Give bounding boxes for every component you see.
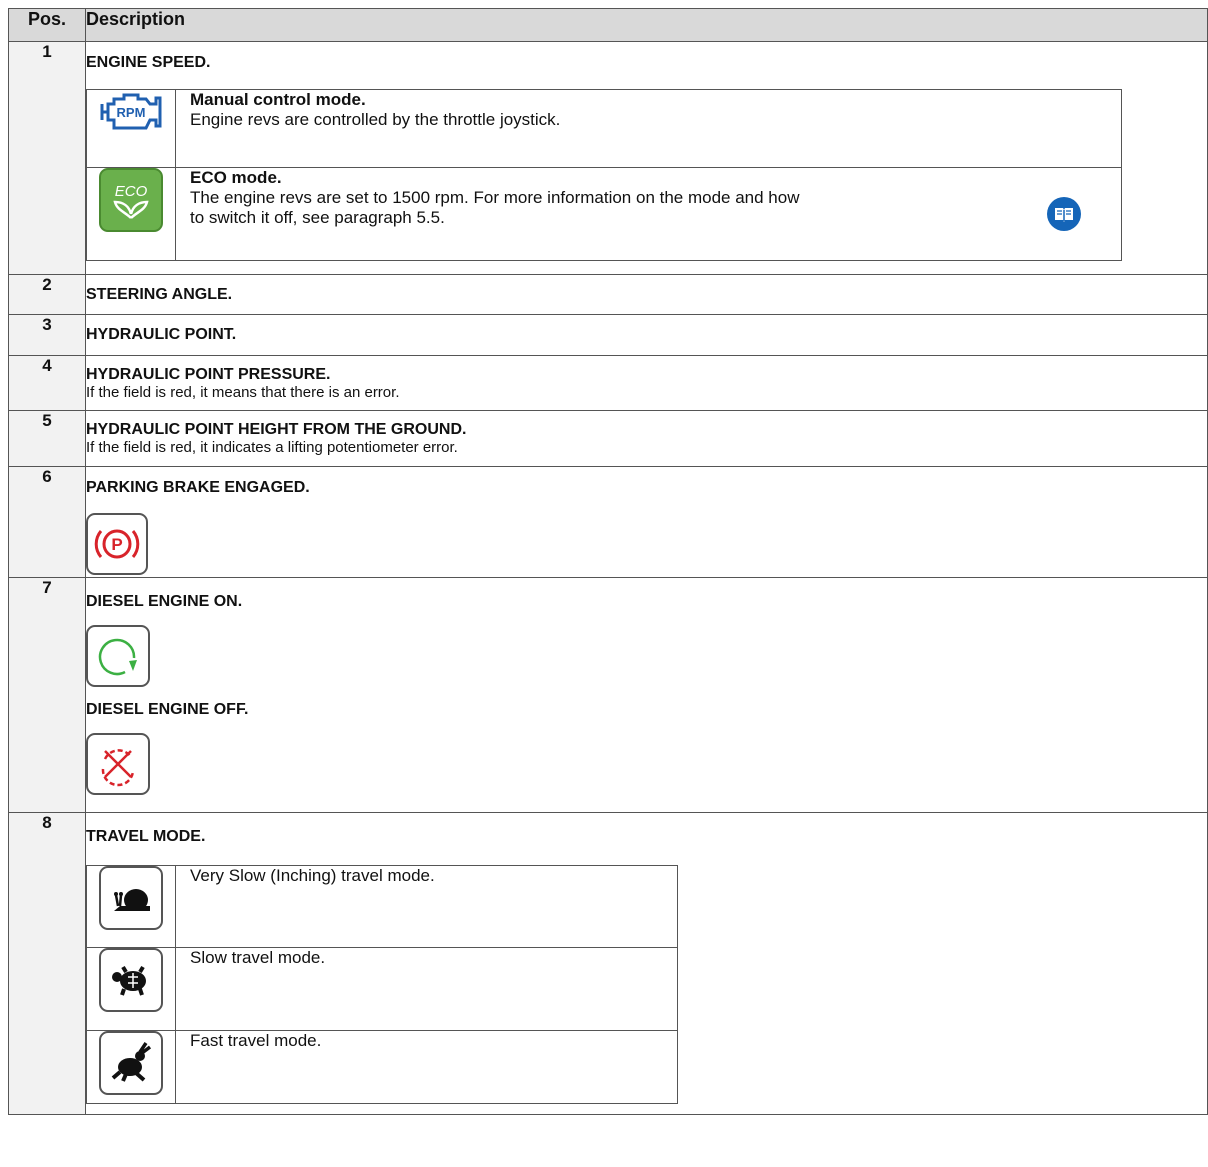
table-row: 6 PARKING BRAKE ENGAGED. P	[8, 466, 1208, 578]
svg-text:RPM: RPM	[117, 105, 146, 120]
mode-icon-cell: RPM	[86, 89, 176, 168]
pos-cell: 1	[8, 41, 86, 275]
mode-description: Very Slow (Inching) travel mode.	[190, 866, 435, 885]
row-title: PARKING BRAKE ENGAGED.	[86, 479, 310, 496]
mode-description: Fast travel mode.	[190, 1031, 322, 1050]
parking-brake-icon: P	[86, 513, 148, 575]
engine-off-icon	[86, 733, 150, 795]
description-cell: DIESEL ENGINE ON. DIESEL ENGINE OFF.	[85, 577, 1208, 813]
table-header-row: Pos. Description	[8, 8, 1208, 42]
row-title: HYDRAULIC POINT PRESSURE.	[86, 365, 331, 383]
mode-text-cell: Very Slow (Inching) travel mode.	[175, 865, 678, 948]
mode-row: RPM Manual control mode. Engine revs are…	[86, 89, 1122, 168]
mode-row: ECO ECO mode. The engine revs are set to…	[86, 167, 1122, 261]
row-title-engine-off: DIESEL ENGINE OFF.	[86, 701, 249, 718]
svg-text:ECO: ECO	[115, 183, 148, 200]
eco-mode-icon: ECO	[99, 168, 163, 232]
description-cell: HYDRAULIC POINT PRESSURE. If the field i…	[85, 355, 1208, 411]
svg-text:P: P	[111, 535, 122, 554]
mode-title: ECO mode.	[190, 168, 282, 187]
mode-icon-cell	[86, 1030, 176, 1104]
mode-title: Manual control mode.	[190, 90, 366, 109]
mode-icon-cell	[86, 947, 176, 1031]
table-row: 2 STEERING ANGLE.	[8, 274, 1208, 315]
table-row: 3 HYDRAULIC POINT.	[8, 314, 1208, 356]
mode-text-cell: ECO mode. The engine revs are set to 150…	[175, 167, 1122, 261]
table-row: 1 ENGINE SPEED. RPM Manual control mode.…	[8, 41, 1208, 275]
engine-on-icon	[86, 625, 150, 687]
row-title: ENGINE SPEED.	[86, 54, 211, 71]
pos-cell: 4	[8, 355, 86, 411]
description-table: Pos. Description 1 ENGINE SPEED. RPM Man…	[8, 8, 1208, 1115]
pos-cell: 6	[8, 466, 86, 578]
pos-column-header: Pos.	[8, 8, 86, 42]
pos-cell: 2	[8, 274, 86, 315]
mode-row: Fast travel mode.	[86, 1030, 678, 1104]
turtle-icon	[99, 948, 163, 1012]
page: Pos. Description 1 ENGINE SPEED. RPM Man…	[0, 0, 1208, 1167]
mode-text-cell: Slow travel mode.	[175, 947, 678, 1031]
row-description: If the field is red, it indicates a lift…	[86, 439, 458, 456]
book-icon	[1047, 197, 1081, 231]
mode-description: Engine revs are controlled by the thrott…	[190, 110, 561, 129]
engine-speed-modes-table: RPM Manual control mode. Engine revs are…	[86, 89, 1122, 261]
row-title: STEERING ANGLE.	[86, 285, 233, 303]
table-row: 4 HYDRAULIC POINT PRESSURE. If the field…	[8, 355, 1208, 411]
snail-icon	[99, 866, 163, 930]
pos-cell: 7	[8, 577, 86, 813]
description-cell: TRAVEL MODE. Very Slow (Inching) travel …	[85, 812, 1208, 1115]
pos-cell: 5	[8, 410, 86, 467]
travel-modes-table: Very Slow (Inching) travel mode. Slow tr…	[86, 865, 678, 1104]
mode-description: Slow travel mode.	[190, 948, 326, 967]
row-description: If the field is red, it means that there…	[86, 383, 400, 401]
pos-cell: 3	[8, 314, 86, 356]
table-row: 8 TRAVEL MODE. Very Slow (Inching) trave…	[8, 812, 1208, 1115]
row-title-engine-on: DIESEL ENGINE ON.	[86, 593, 243, 610]
pos-cell: 8	[8, 812, 86, 1115]
row-title: HYDRAULIC POINT HEIGHT FROM THE GROUND.	[86, 421, 467, 438]
mode-text-cell: Manual control mode. Engine revs are con…	[175, 89, 1122, 168]
description-cell: HYDRAULIC POINT.	[85, 314, 1208, 356]
mode-row: Very Slow (Inching) travel mode.	[86, 865, 678, 948]
mode-text-cell: Fast travel mode.	[175, 1030, 678, 1104]
description-cell: STEERING ANGLE.	[85, 274, 1208, 315]
mode-icon-cell	[86, 865, 176, 948]
description-cell: PARKING BRAKE ENGAGED. P	[85, 466, 1208, 578]
row-title: TRAVEL MODE.	[86, 828, 206, 845]
rpm-engine-icon: RPM	[98, 93, 164, 140]
rabbit-icon	[99, 1031, 163, 1095]
mode-row: Slow travel mode.	[86, 947, 678, 1031]
description-column-header: Description	[85, 8, 1208, 42]
mode-description-line-1: The engine revs are set to 1500 rpm. For…	[190, 188, 800, 207]
description-cell: ENGINE SPEED. RPM Manual control mode. E…	[85, 41, 1208, 275]
table-row: 7 DIESEL ENGINE ON. DIESEL ENGINE OFF.	[8, 577, 1208, 813]
mode-description-line-2: to switch it off, see paragraph 5.5.	[190, 208, 445, 227]
description-cell: HYDRAULIC POINT HEIGHT FROM THE GROUND. …	[85, 410, 1208, 467]
mode-icon-cell: ECO	[86, 167, 176, 261]
row-title: HYDRAULIC POINT.	[86, 326, 237, 343]
table-row: 5 HYDRAULIC POINT HEIGHT FROM THE GROUND…	[8, 410, 1208, 467]
